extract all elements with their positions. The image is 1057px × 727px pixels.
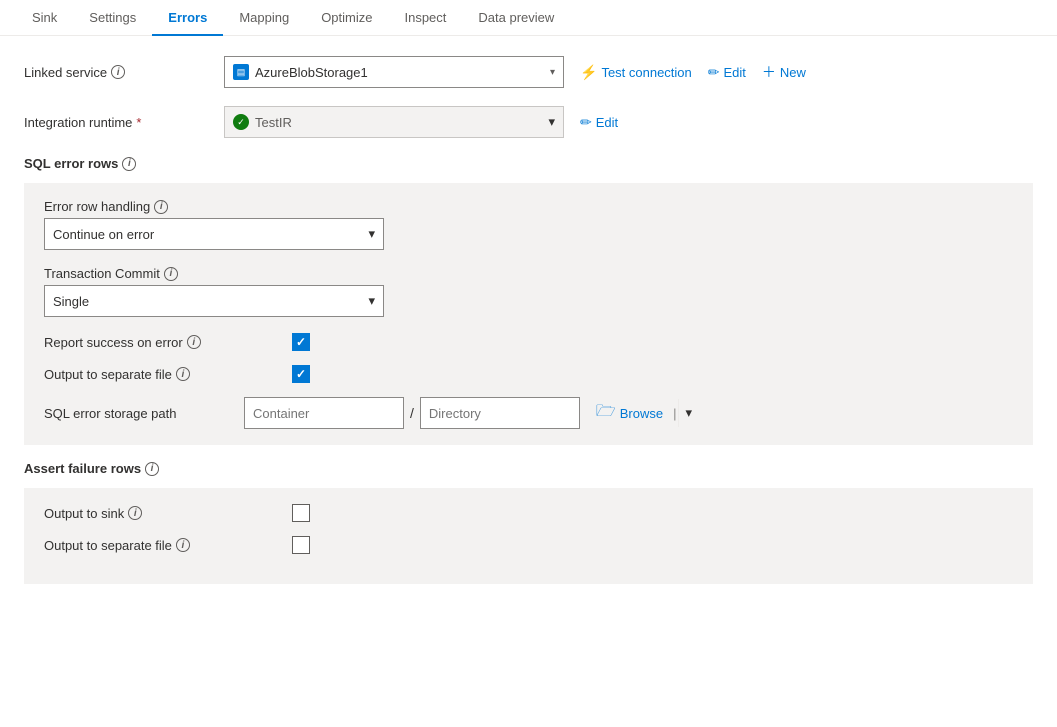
tab-errors[interactable]: Errors <box>152 0 223 35</box>
output-to-sink-checkbox[interactable] <box>292 504 310 522</box>
integration-runtime-actions: ✏ Edit <box>580 114 618 131</box>
transaction-commit-group: Transaction Commit i Single ▾ <box>44 266 1013 317</box>
assert-output-separate-file-row: Output to separate file i <box>44 536 1013 554</box>
tab-mapping[interactable]: Mapping <box>223 0 305 35</box>
linked-service-label: Linked service i <box>24 65 224 80</box>
assert-failure-container: Assert failure rows i Output to sink i O… <box>24 461 1033 584</box>
integration-runtime-row: Integration runtime * ✓ TestIR ▾ ✏ Edit <box>24 106 1033 138</box>
tab-bar: Sink Settings Errors Mapping Optimize In… <box>0 0 1057 36</box>
transaction-commit-dropdown[interactable]: Single ▾ <box>44 285 384 317</box>
output-to-sink-row: Output to sink i <box>44 504 1013 522</box>
linked-service-info-icon: i <box>111 65 125 79</box>
assert-output-separate-file-label: Output to separate file i <box>44 538 284 553</box>
integration-runtime-dropdown[interactable]: ✓ TestIR ▾ <box>224 106 564 138</box>
output-to-sink-info-icon: i <box>128 506 142 520</box>
chevron-down-icon: ▾ <box>368 226 375 242</box>
chevron-down-icon: ▾ <box>548 114 555 130</box>
sql-error-rows-header: SQL error rows i <box>24 156 1033 171</box>
test-connection-icon: ⚡ <box>580 64 597 81</box>
main-content: Linked service i ▤ AzureBlobStorage1 ▾ ⚡… <box>0 36 1057 620</box>
linked-service-dropdown[interactable]: ▤ AzureBlobStorage1 ▾ <box>224 56 564 88</box>
integration-runtime-label: Integration runtime * <box>24 115 224 130</box>
linked-service-actions: ⚡ Test connection ✏ Edit ＋ New <box>580 62 806 82</box>
plus-icon: ＋ <box>762 62 776 82</box>
pencil-icon: ✏ <box>708 64 720 81</box>
report-success-row: Report success on error i <box>44 333 1013 351</box>
test-connection-button[interactable]: ⚡ Test connection <box>580 64 692 81</box>
pencil-icon: ✏ <box>580 114 592 131</box>
assert-output-separate-file-checkbox[interactable] <box>292 536 310 554</box>
chevron-down-icon: ▾ <box>550 67 555 78</box>
sql-output-separate-file-label: Output to separate file i <box>44 367 284 382</box>
tab-data-preview[interactable]: Data preview <box>462 0 570 35</box>
tab-sink[interactable]: Sink <box>16 0 73 35</box>
report-success-info-icon: i <box>187 335 201 349</box>
browse-button[interactable]: 🗁 Browse <box>588 400 671 427</box>
directory-input[interactable] <box>420 397 580 429</box>
assert-failure-section: Output to sink i Output to separate file… <box>24 488 1033 584</box>
error-row-handling-label: Error row handling i <box>44 199 1013 214</box>
assert-output-info-icon: i <box>176 538 190 552</box>
transaction-commit-label: Transaction Commit i <box>44 266 1013 281</box>
chevron-down-icon: ▾ <box>685 405 692 421</box>
tab-inspect[interactable]: Inspect <box>388 0 462 35</box>
browse-dropdown-button[interactable]: ▾ <box>678 399 698 427</box>
storage-path-label: SQL error storage path <box>44 406 244 421</box>
report-success-label: Report success on error i <box>44 335 284 350</box>
storage-path-row: SQL error storage path / 🗁 Browse | ▾ <box>44 397 1013 429</box>
sql-error-rows-section: Error row handling i Continue on error ▾… <box>24 183 1033 445</box>
assert-failure-info-icon: i <box>145 462 159 476</box>
chevron-down-icon: ▾ <box>368 293 375 309</box>
sql-output-separate-file-checkbox[interactable] <box>292 365 310 383</box>
output-separate-file-info-icon: i <box>176 367 190 381</box>
storage-icon: ▤ <box>233 64 249 80</box>
error-row-handling-info-icon: i <box>154 200 168 214</box>
sql-output-separate-file-row: Output to separate file i <box>44 365 1013 383</box>
transaction-commit-info-icon: i <box>164 267 178 281</box>
sql-error-rows-info-icon: i <box>122 157 136 171</box>
edit-linked-service-button[interactable]: ✏ Edit <box>708 64 746 81</box>
error-row-handling-group: Error row handling i Continue on error ▾ <box>44 199 1013 250</box>
browse-separator: | <box>673 406 676 421</box>
error-row-handling-dropdown[interactable]: Continue on error ▾ <box>44 218 384 250</box>
green-status-icon: ✓ <box>233 114 249 130</box>
container-input[interactable] <box>244 397 404 429</box>
output-to-sink-label: Output to sink i <box>44 506 284 521</box>
linked-service-row: Linked service i ▤ AzureBlobStorage1 ▾ ⚡… <box>24 56 1033 88</box>
report-success-checkbox[interactable] <box>292 333 310 351</box>
edit-integration-button[interactable]: ✏ Edit <box>580 114 618 131</box>
tab-optimize[interactable]: Optimize <box>305 0 388 35</box>
assert-failure-header: Assert failure rows i <box>24 461 1033 476</box>
tab-settings[interactable]: Settings <box>73 0 152 35</box>
new-linked-service-button[interactable]: ＋ New <box>762 62 806 82</box>
path-separator: / <box>404 405 420 421</box>
folder-icon: 🗁 <box>596 400 616 427</box>
